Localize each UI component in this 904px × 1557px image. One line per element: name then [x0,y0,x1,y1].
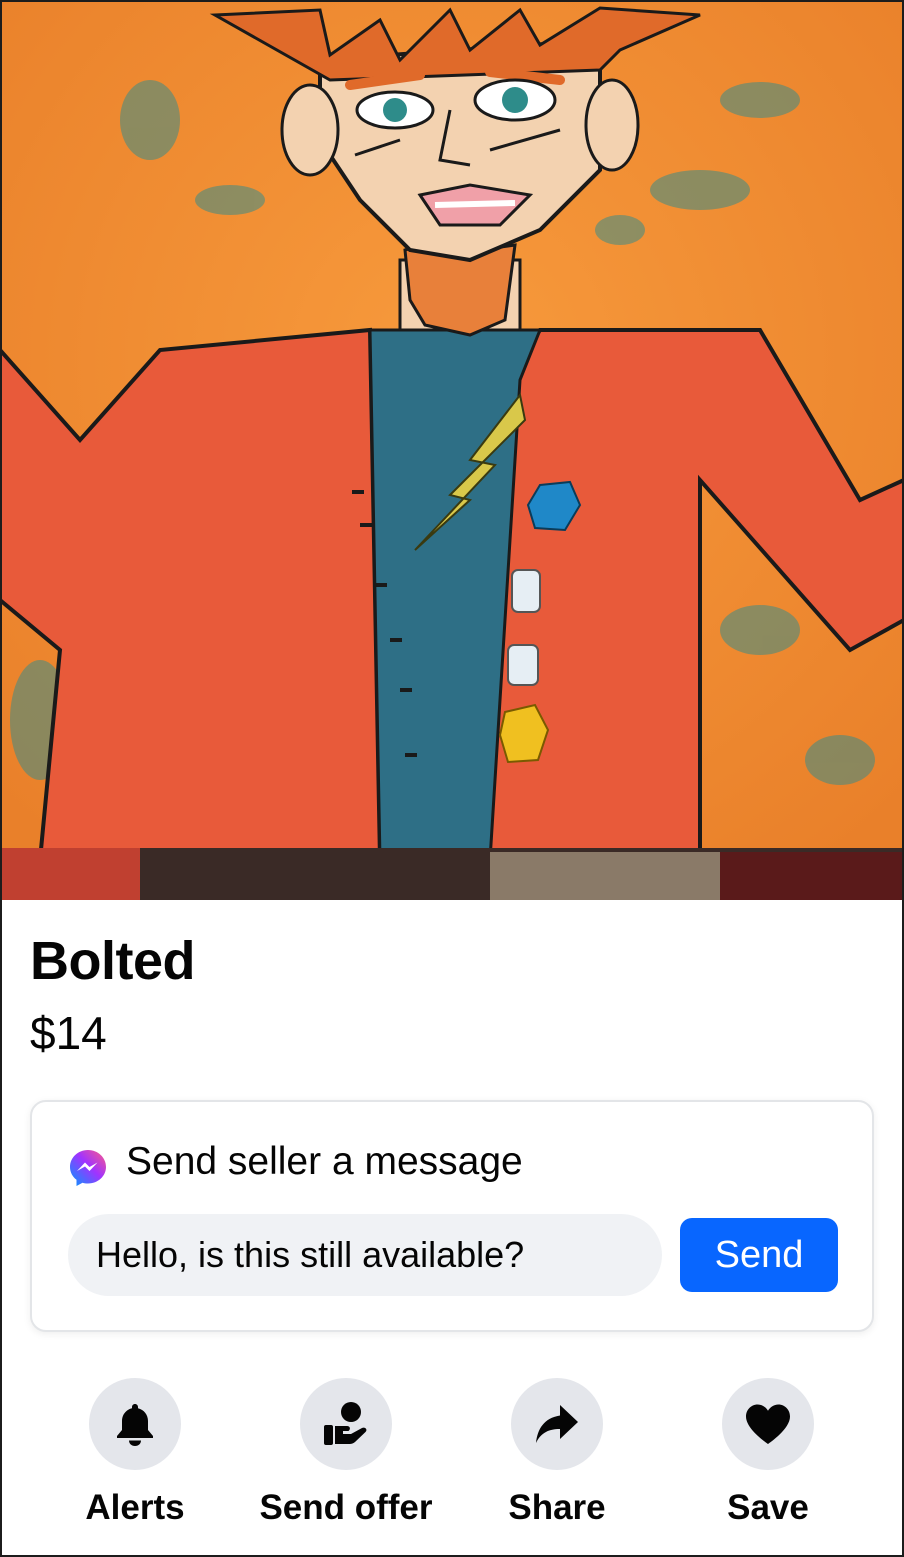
listing-photo[interactable] [0,0,904,900]
offer-icon [324,1402,367,1445]
share-label: Share [508,1488,606,1527]
save-label: Save [727,1488,809,1527]
message-input[interactable] [68,1214,662,1296]
alerts-label: Alerts [85,1488,185,1527]
share-button[interactable]: Share [447,1378,667,1528]
message-header: Send seller a message [68,1136,523,1188]
send-button[interactable]: Send [680,1218,838,1292]
message-heading: Send seller a message [126,1140,523,1183]
send-offer-button[interactable]: Send offer [236,1378,456,1528]
alerts-icon-circle[interactable] [89,1378,181,1470]
share-arrow-icon [536,1405,578,1443]
share-icon-circle[interactable] [511,1378,603,1470]
send-offer-icon-circle[interactable] [300,1378,392,1470]
send-message-card: Send seller a message Send [30,1100,874,1332]
save-icon-circle[interactable] [722,1378,814,1470]
alerts-button[interactable]: Alerts [25,1378,245,1528]
listing-price: $14 [30,1007,107,1059]
listing-title: Bolted [30,931,196,991]
action-row: Alerts Send offer Share Save [0,1378,904,1528]
bell-icon [117,1404,153,1446]
messenger-icon [70,1150,106,1186]
send-offer-label: Send offer [259,1488,433,1527]
heart-icon [746,1404,790,1444]
save-button[interactable]: Save [658,1378,878,1528]
